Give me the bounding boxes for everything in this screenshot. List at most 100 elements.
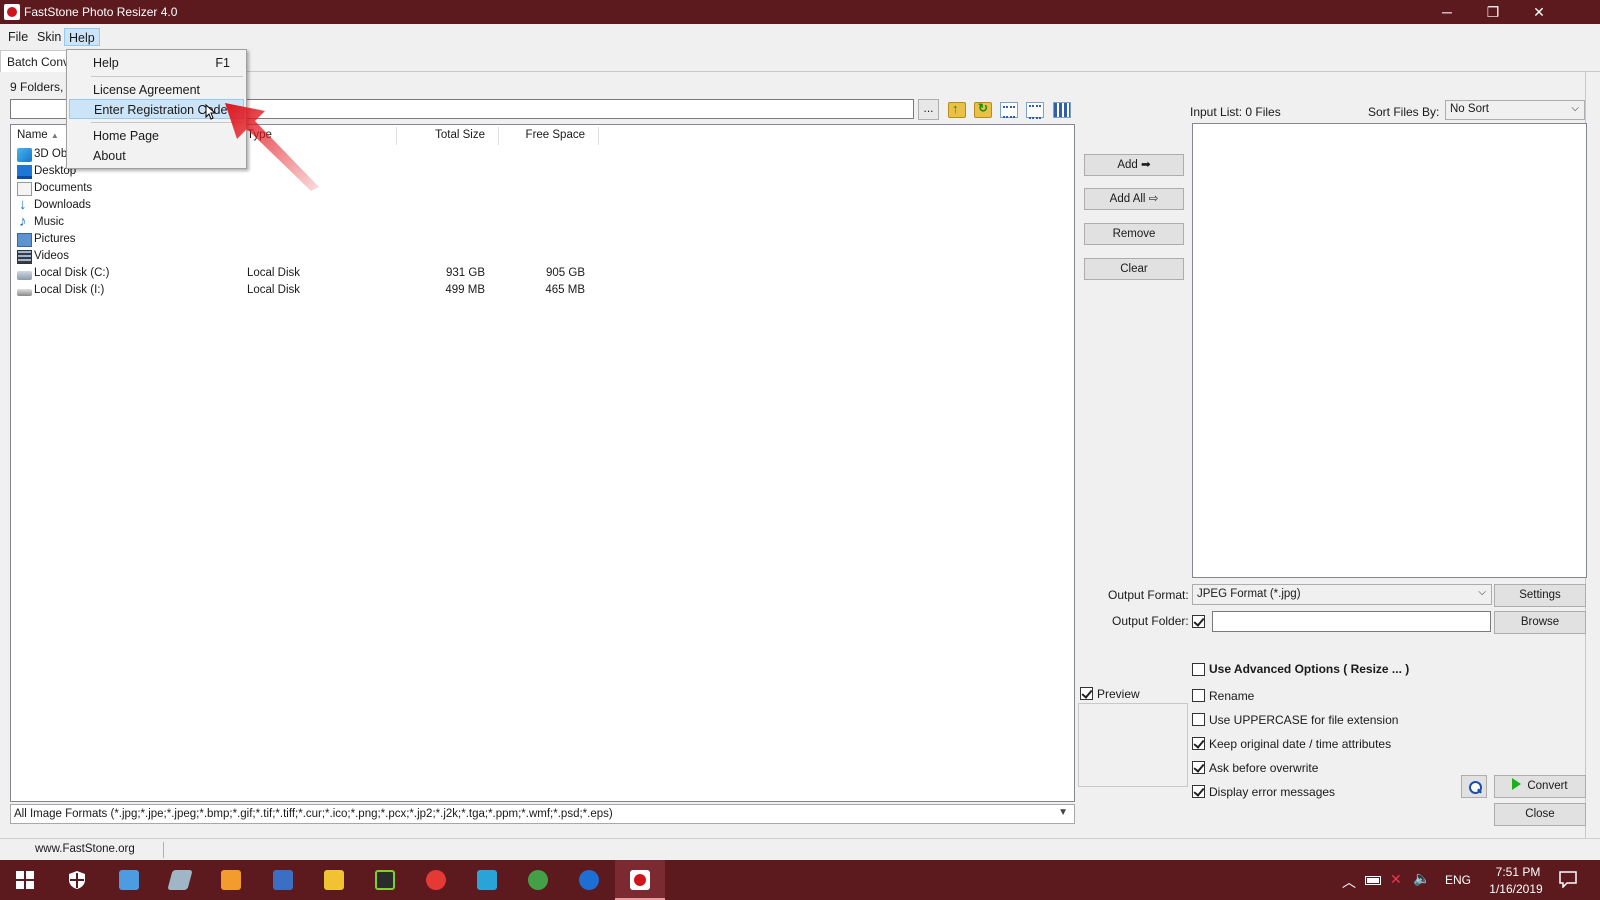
clock-time[interactable]: 7:51 PM: [1488, 865, 1548, 879]
output-format-select[interactable]: JPEG Format (*.jpg) ⌵: [1192, 584, 1492, 605]
display-errors-checkbox[interactable]: [1192, 785, 1205, 798]
preview-label[interactable]: Preview: [1097, 687, 1140, 701]
input-file-list[interactable]: [1192, 123, 1587, 578]
media-player-icon: [221, 870, 241, 890]
taskbar-app-2[interactable]: [104, 860, 154, 900]
rename-checkbox[interactable]: [1192, 689, 1205, 702]
add-all-button[interactable]: Add All ⇨: [1084, 188, 1184, 210]
keep-date-label[interactable]: Keep original date / time attributes: [1209, 737, 1391, 751]
taskbar-file-explorer[interactable]: [309, 860, 359, 900]
advanced-options-checkbox[interactable]: [1192, 663, 1205, 676]
website-link[interactable]: www.FastStone.org: [35, 843, 135, 855]
convert-button[interactable]: Convert: [1494, 775, 1586, 798]
notification-icon[interactable]: [1559, 871, 1577, 888]
network-disconnected-icon[interactable]: ✕: [1390, 871, 1402, 888]
preview-magnifier-button[interactable]: [1461, 775, 1487, 798]
column-free-space[interactable]: Free Space: [507, 129, 585, 145]
clock-date[interactable]: 1/16/2019: [1480, 882, 1552, 896]
volume-icon[interactable]: 🔈: [1413, 870, 1430, 887]
list-item[interactable]: Downloads: [11, 196, 1071, 215]
menu-item-enter-registration-code[interactable]: Enter Registration Code: [69, 99, 244, 119]
item-name: Documents: [34, 182, 93, 194]
thumbnail-view-icon[interactable]: [1053, 102, 1071, 118]
output-format-value: JPEG Format (*.jpg): [1197, 588, 1301, 600]
column-name[interactable]: Name ▲: [17, 129, 59, 145]
list-item[interactable]: Local Disk (I:) Local Disk 499 MB 465 MB: [11, 283, 1071, 300]
list-item[interactable]: Videos: [11, 249, 1071, 266]
column-divider: [396, 127, 397, 145]
taskbar-app-9[interactable]: [462, 860, 512, 900]
taskbar-app-7[interactable]: [360, 860, 410, 900]
column-type[interactable]: Type: [247, 129, 272, 145]
column-total-size[interactable]: Total Size: [407, 129, 485, 145]
status-divider: [163, 842, 164, 858]
taskbar: ︿ ✕ 🔈 ENG 7:51 PM 1/16/2019: [0, 860, 1600, 900]
taskbar-firefox[interactable]: [564, 860, 614, 900]
ask-overwrite-checkbox[interactable]: [1192, 761, 1205, 774]
list-item[interactable]: Pictures: [11, 232, 1071, 249]
add-button[interactable]: Add ➡: [1084, 154, 1184, 176]
uppercase-checkbox[interactable]: [1192, 713, 1205, 726]
clear-button[interactable]: Clear: [1084, 258, 1184, 280]
preview-checkbox[interactable]: [1080, 687, 1093, 700]
downloads-icon: [17, 196, 32, 213]
folder-icon: [324, 870, 344, 890]
chevron-up-icon[interactable]: ︿: [1342, 872, 1356, 892]
display-errors-label[interactable]: Display error messages: [1209, 785, 1335, 799]
settings-button[interactable]: Settings: [1494, 584, 1586, 607]
file-browser-list[interactable]: Name ▲ Type Total Size Free Space 3D Ob …: [10, 124, 1075, 802]
close-button[interactable]: Close: [1494, 803, 1586, 826]
folder-up-icon[interactable]: [948, 101, 966, 118]
battery-icon[interactable]: [1365, 876, 1381, 885]
list-item[interactable]: Documents: [11, 181, 1071, 198]
browse-path-button[interactable]: ...: [918, 99, 939, 120]
preview-pane: [1078, 703, 1188, 787]
taskbar-app-10[interactable]: [513, 860, 563, 900]
keep-date-checkbox[interactable]: [1192, 737, 1205, 750]
output-folder-checkbox[interactable]: [1192, 615, 1205, 628]
output-folder-input[interactable]: [1212, 611, 1491, 632]
menu-item-help[interactable]: Help F1: [69, 53, 244, 73]
start-button[interactable]: [0, 860, 50, 900]
menu-item-license[interactable]: License Agreement: [69, 80, 244, 100]
uppercase-label[interactable]: Use UPPERCASE for file extension: [1209, 713, 1398, 727]
music-icon: [17, 213, 32, 230]
menu-item-about[interactable]: About: [69, 146, 244, 166]
abc-icon: [273, 870, 293, 890]
details-view-icon[interactable]: [1026, 102, 1044, 119]
taskbar-app-8[interactable]: [411, 860, 461, 900]
mouse-cursor-icon: [205, 104, 217, 120]
taskbar-app-3[interactable]: [155, 860, 205, 900]
rename-label[interactable]: Rename: [1209, 689, 1254, 703]
taskbar-faststone[interactable]: [615, 860, 665, 900]
remove-button[interactable]: Remove: [1084, 223, 1184, 245]
list-item[interactable]: Local Disk (C:) Local Disk 931 GB 905 GB: [11, 266, 1071, 283]
item-type: Local Disk: [247, 267, 301, 279]
item-name: Music: [34, 216, 65, 228]
restore-button[interactable]: ❐: [1470, 0, 1516, 24]
network-icon: [477, 870, 497, 890]
folder-refresh-icon[interactable]: [974, 101, 992, 118]
ask-overwrite-label[interactable]: Ask before overwrite: [1209, 761, 1318, 775]
notes-icon: [167, 870, 193, 890]
language-indicator[interactable]: ENG: [1445, 873, 1471, 887]
menu-item-home-page[interactable]: Home Page: [69, 126, 244, 146]
menu-help[interactable]: Help: [64, 28, 100, 46]
tab-batch-convert[interactable]: Batch Conv: [0, 50, 77, 72]
list-item[interactable]: Music: [11, 213, 1071, 232]
taskbar-security-app[interactable]: [52, 860, 102, 900]
close-window-button[interactable]: ✕: [1516, 0, 1562, 24]
advanced-options-label[interactable]: Use Advanced Options ( Resize ... ): [1209, 662, 1409, 676]
minimize-button[interactable]: ─: [1424, 0, 1470, 24]
item-name: Local Disk (I:): [34, 284, 105, 296]
item-name: Local Disk (C:): [34, 267, 110, 279]
browse-button[interactable]: Browse: [1494, 611, 1586, 634]
list-view-icon[interactable]: [1000, 102, 1018, 118]
file-type-filter[interactable]: All Image Formats (*.jpg;*.jpe;*.jpeg;*.…: [10, 804, 1075, 824]
taskbar-app-4[interactable]: [206, 860, 256, 900]
taskbar-app-5[interactable]: [258, 860, 308, 900]
menu-file[interactable]: File: [4, 28, 32, 46]
menu-skin[interactable]: Skin: [33, 28, 65, 46]
menu-separator: [91, 76, 243, 77]
sort-select[interactable]: No Sort ⌵: [1445, 100, 1585, 120]
